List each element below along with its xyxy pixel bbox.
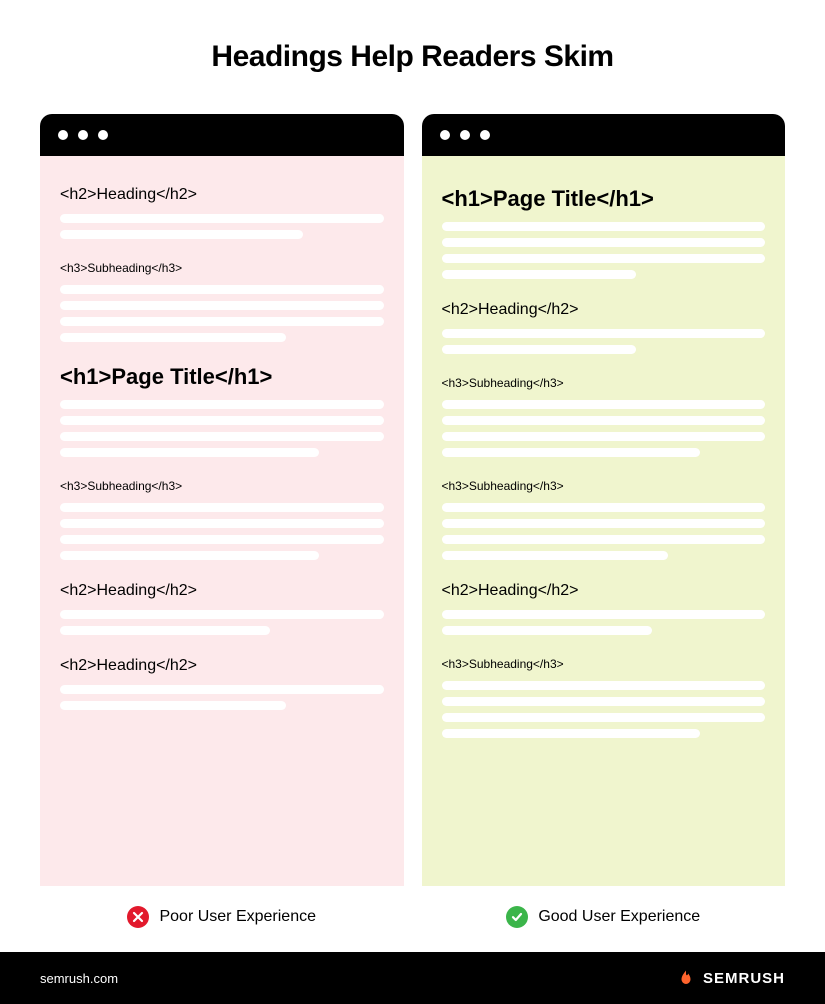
text-placeholder-line	[60, 214, 384, 223]
text-placeholder-line	[60, 317, 384, 326]
page-title: Headings Help Readers Skim	[40, 40, 785, 74]
panel-poor-ux: <h2>Heading</h2> <h3>Subheading</h3> <h1>P…	[40, 114, 404, 886]
footer: semrush.com SEMRUSH	[0, 952, 825, 1004]
diagram-container: Headings Help Readers Skim <h2>Heading</…	[0, 0, 825, 886]
text-placeholder-line	[442, 270, 636, 279]
caption-text: Good User Experience	[538, 908, 700, 926]
browser-titlebar	[422, 114, 786, 156]
text-placeholder-line	[442, 222, 766, 231]
text-placeholder-group	[60, 285, 384, 342]
text-placeholder-line	[60, 400, 384, 409]
text-placeholder-group	[442, 610, 766, 635]
text-placeholder-group	[442, 681, 766, 738]
footer-url: semrush.com	[40, 971, 118, 986]
comparison-panels: <h2>Heading</h2><h3>Subheading</h3><h1>P…	[40, 114, 785, 886]
heading-h2: <h2>Heading</h2>	[60, 186, 384, 204]
window-dot-icon	[440, 130, 450, 140]
text-placeholder-line	[442, 681, 766, 690]
caption-row: Poor User Experience Good User Experienc…	[0, 886, 825, 952]
text-placeholder-group	[60, 685, 384, 710]
brand: SEMRUSH	[677, 969, 785, 987]
text-placeholder-group	[442, 503, 766, 560]
panel-body: <h2>Heading</h2> <h3>Subheading</h3> <h1>P…	[40, 156, 404, 886]
text-placeholder-group	[442, 400, 766, 457]
text-placeholder-line	[442, 432, 766, 441]
text-placeholder-line	[60, 535, 384, 544]
caption-good: Good User Experience	[422, 906, 786, 928]
text-placeholder-line	[442, 551, 668, 560]
panel-good-ux: <h1>Page Title</h1> <h2>Heading</h2> <h3>S…	[422, 114, 786, 886]
text-placeholder-line	[60, 416, 384, 425]
heading-h3: <h3>Subheading</h3>	[442, 657, 766, 671]
heading-h1: <h1>Page Title</h1>	[442, 186, 766, 212]
window-dot-icon	[78, 130, 88, 140]
text-placeholder-line	[60, 301, 384, 310]
caption-poor: Poor User Experience	[40, 906, 404, 928]
heading-h3: <h3>Subheading</h3>	[442, 376, 766, 390]
heading-h2: <h2>Heading</h2>	[60, 582, 384, 600]
window-dot-icon	[58, 130, 68, 140]
text-placeholder-line	[442, 254, 766, 263]
text-placeholder-line	[60, 610, 384, 619]
window-dot-icon	[480, 130, 490, 140]
text-placeholder-line	[442, 345, 636, 354]
text-placeholder-line	[60, 503, 384, 512]
caption-text: Poor User Experience	[159, 908, 316, 926]
heading-h2: <h2>Heading</h2>	[60, 657, 384, 675]
text-placeholder-line	[60, 333, 286, 342]
browser-titlebar	[40, 114, 404, 156]
text-placeholder-line	[60, 285, 384, 294]
text-placeholder-line	[442, 713, 766, 722]
text-placeholder-line	[60, 701, 286, 710]
text-placeholder-line	[442, 519, 766, 528]
text-placeholder-group	[60, 503, 384, 560]
text-placeholder-line	[442, 448, 701, 457]
brand-flame-icon	[677, 969, 695, 987]
text-placeholder-line	[60, 432, 384, 441]
text-placeholder-line	[60, 685, 384, 694]
text-placeholder-group	[442, 329, 766, 354]
window-dot-icon	[98, 130, 108, 140]
window-dot-icon	[460, 130, 470, 140]
text-placeholder-line	[442, 400, 766, 409]
text-placeholder-line	[442, 697, 766, 706]
panel-body: <h1>Page Title</h1> <h2>Heading</h2> <h3>S…	[422, 156, 786, 886]
heading-h2: <h2>Heading</h2>	[442, 301, 766, 319]
check-icon	[506, 906, 528, 928]
text-placeholder-group	[60, 400, 384, 457]
text-placeholder-line	[60, 448, 319, 457]
text-placeholder-line	[442, 503, 766, 512]
text-placeholder-line	[60, 626, 270, 635]
heading-h3: <h3>Subheading</h3>	[60, 479, 384, 493]
text-placeholder-line	[442, 610, 766, 619]
brand-text: SEMRUSH	[703, 970, 785, 987]
heading-h3: <h3>Subheading</h3>	[442, 479, 766, 493]
text-placeholder-line	[442, 416, 766, 425]
text-placeholder-group	[442, 222, 766, 279]
text-placeholder-line	[442, 329, 766, 338]
text-placeholder-line	[442, 535, 766, 544]
heading-h2: <h2>Heading</h2>	[442, 582, 766, 600]
text-placeholder-line	[60, 230, 303, 239]
heading-h3: <h3>Subheading</h3>	[60, 261, 384, 275]
text-placeholder-group	[60, 610, 384, 635]
text-placeholder-line	[442, 729, 701, 738]
text-placeholder-line	[60, 551, 319, 560]
text-placeholder-line	[442, 238, 766, 247]
heading-h1: <h1>Page Title</h1>	[60, 364, 384, 390]
x-icon	[127, 906, 149, 928]
text-placeholder-group	[60, 214, 384, 239]
text-placeholder-line	[442, 626, 652, 635]
text-placeholder-line	[60, 519, 384, 528]
